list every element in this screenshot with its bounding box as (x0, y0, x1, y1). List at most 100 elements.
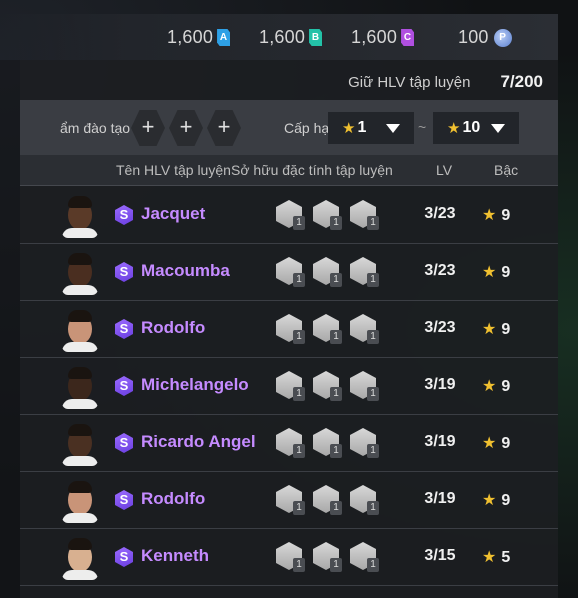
trait-level: 1 (293, 501, 305, 515)
coach-grade: ★ 9 (482, 376, 510, 396)
currency-c: 1,600 C (351, 27, 415, 48)
currency-a: 1,600 A (167, 27, 231, 48)
avatar-shirt (62, 570, 98, 580)
coach-name: Kenneth (141, 546, 209, 565)
range-separator: ~ (418, 119, 427, 135)
star-icon: ★ (482, 549, 497, 566)
coach-name: Michelangelo (141, 375, 249, 394)
avatar-hair (68, 424, 92, 436)
coach-avatar (62, 479, 98, 523)
trait-level: 1 (293, 444, 305, 458)
trait-level: 1 (293, 387, 305, 401)
star-icon: ★ (482, 492, 497, 509)
column-traits: Sở hữu đặc tính tập luyện (231, 162, 393, 178)
ticket-b-icon: B (309, 29, 323, 46)
star-icon: ★ (482, 207, 497, 224)
coach-tier-badge: S (115, 205, 133, 225)
coach-avatar (62, 365, 98, 409)
training-label: ẩm đào tạo (60, 120, 131, 136)
trait-level: 1 (367, 444, 379, 458)
star-icon: ★ (482, 378, 497, 395)
coach-grade-value: 9 (501, 321, 511, 338)
coach-row[interactable]: S Ricardo Angel 1 1 1 3/19 ★ 9 (20, 415, 558, 472)
coach-grade-value: 9 (501, 264, 511, 281)
coach-avatar (62, 308, 98, 352)
trait-level: 1 (330, 501, 342, 515)
coach-tier-badge: S (115, 376, 133, 396)
avatar-hair (68, 310, 92, 322)
coach-name: Rodolfo (141, 489, 206, 508)
coach-level: 3/19 (424, 433, 456, 450)
coach-count-label: Giữ HLV tập luyện (348, 73, 471, 91)
avatar-hair (68, 481, 92, 493)
ticket-a-icon: A (217, 29, 231, 46)
trait-level: 1 (293, 273, 305, 287)
coach-grade: ★ 9 (482, 319, 510, 339)
coach-grade: ★ 9 (482, 262, 510, 282)
coach-row[interactable]: S Michelangelo 1 1 1 3/19 ★ 9 (20, 358, 558, 415)
avatar-shirt (62, 342, 98, 352)
column-grade: Bậc (494, 162, 519, 178)
coach-avatar (62, 536, 98, 580)
avatar-hair (68, 253, 92, 265)
star-icon: ★ (342, 120, 356, 137)
trait-level: 1 (330, 273, 342, 287)
coach-tier-badge: S (115, 319, 133, 339)
currency-points-value: 100 (458, 27, 489, 47)
coach-grade: ★ 5 (482, 547, 510, 567)
trait-level: 1 (367, 387, 379, 401)
coach-row[interactable]: S Macoumba 1 1 1 3/23 ★ 9 (20, 244, 558, 301)
coach-row[interactable]: S Kenneth 1 1 1 3/15 ★ 5 (20, 529, 558, 586)
avatar-shirt (62, 513, 98, 523)
coach-tier-badge: S (115, 547, 133, 567)
grade-from-value: 1 (357, 119, 367, 136)
coach-name: Ricardo Angel (141, 432, 256, 451)
coach-grade: ★ 9 (482, 433, 510, 453)
coach-level: 3/23 (424, 262, 456, 279)
trait-level: 1 (367, 558, 379, 572)
trait-level: 1 (367, 273, 379, 287)
currency-b: 1,600 B (259, 27, 323, 48)
coach-avatar (62, 251, 98, 295)
trait-level: 1 (293, 558, 305, 572)
p-coin-icon: P (493, 28, 512, 47)
coach-row[interactable]: S Rodolfo 1 1 1 3/19 ★ 9 (20, 472, 558, 529)
dropdown-arrow-icon (386, 124, 400, 133)
coach-grade-value: 9 (501, 492, 511, 509)
coach-name: Rodolfo (141, 318, 206, 337)
coach-grade-value: 9 (501, 378, 511, 395)
trait-level: 1 (330, 216, 342, 230)
coach-tier-badge: S (115, 490, 133, 510)
trait-level: 1 (367, 216, 379, 230)
star-icon: ★ (482, 435, 497, 452)
currency-points: 100 P (458, 27, 512, 48)
trait-level: 1 (293, 330, 305, 344)
column-name: Tên HLV tập luyện (116, 162, 231, 178)
trait-level: 1 (330, 444, 342, 458)
coach-level: 3/23 (424, 319, 456, 336)
coach-row[interactable]: S Jacquet 1 1 1 3/23 ★ 9 (20, 187, 558, 244)
avatar-shirt (62, 399, 98, 409)
coach-avatar (62, 422, 98, 466)
coach-grade-value: 9 (501, 435, 511, 452)
coach-level: 3/19 (424, 376, 456, 393)
grade-to-select[interactable]: ★ 10 (433, 112, 519, 144)
coach-count-line: Giữ HLV tập luyện 7/200 (348, 72, 543, 92)
coach-name: Jacquet (141, 204, 206, 223)
dropdown-arrow-icon (491, 124, 505, 133)
coach-grade-value: 9 (501, 207, 511, 224)
coach-row[interactable]: S Rodolfo 1 1 1 3/23 ★ 9 (20, 301, 558, 358)
coach-grade: ★ 9 (482, 490, 510, 510)
avatar-hair (68, 538, 92, 550)
currency-c-value: 1,600 (351, 27, 398, 47)
avatar-shirt (62, 228, 98, 238)
avatar-shirt (62, 285, 98, 295)
coach-level: 3/23 (424, 205, 456, 222)
coach-level: 3/19 (424, 490, 456, 507)
grade-from-select[interactable]: ★ 1 (328, 112, 414, 144)
avatar-hair (68, 196, 92, 208)
trait-level: 1 (330, 558, 342, 572)
currency-a-value: 1,600 (167, 27, 214, 47)
column-lv: LV (436, 162, 453, 178)
coach-tier-badge: S (115, 262, 133, 282)
